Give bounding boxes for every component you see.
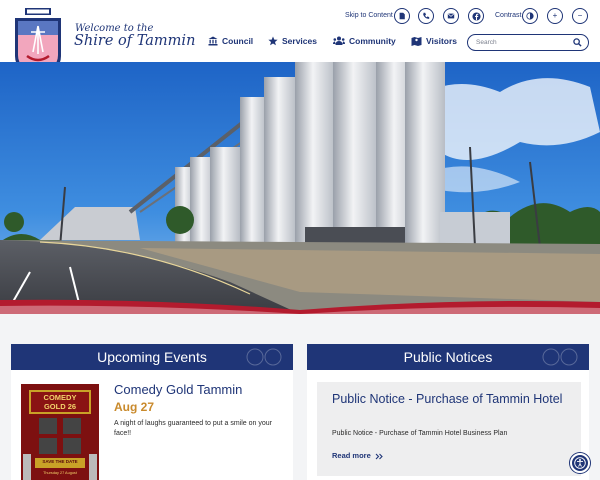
- facebook-button[interactable]: [468, 8, 484, 24]
- notice-title-link[interactable]: Public Notice - Purchase of Tammin Hotel: [332, 392, 577, 407]
- email-button[interactable]: [443, 8, 459, 24]
- upcoming-events-card: Upcoming Events COMEDY GOLD 26 SAVE THE …: [11, 344, 293, 480]
- poster-save-date: SAVE THE DATE: [42, 459, 78, 464]
- contrast-label: Contrast: [495, 12, 522, 19]
- zoom-in-button[interactable]: +: [547, 8, 563, 24]
- search-icon[interactable]: [573, 38, 582, 47]
- star-icon: [268, 36, 278, 46]
- decorative-pattern-icon: [542, 348, 578, 366]
- skip-to-content-link[interactable]: Skip to Content: [345, 12, 393, 19]
- hero-grain-silos-image: [0, 62, 600, 314]
- hero-banner: [0, 62, 600, 314]
- search-input[interactable]: [476, 37, 571, 48]
- nav-item-visitors[interactable]: Visitors: [411, 36, 457, 46]
- events-heading: Upcoming Events: [11, 344, 293, 370]
- nav-item-services[interactable]: Services: [268, 36, 317, 46]
- nav-label: Visitors: [426, 36, 458, 46]
- notices-heading: Public Notices: [307, 344, 589, 370]
- document-icon: [399, 12, 405, 20]
- double-chevron-right-icon: [375, 453, 383, 459]
- poster-title: COMEDY GOLD 26: [21, 393, 99, 411]
- search-bar: [467, 34, 589, 51]
- zoom-out-button[interactable]: −: [572, 8, 588, 24]
- accessibility-icon: [574, 457, 586, 469]
- public-notices-card: Public Notices Public Notice - Purchase …: [307, 344, 589, 480]
- facebook-icon: [471, 11, 481, 21]
- notices-heading-text: Public Notices: [403, 349, 493, 365]
- events-heading-text: Upcoming Events: [97, 349, 207, 365]
- site-title[interactable]: Shire of Tammin: [74, 33, 195, 49]
- contrast-button[interactable]: [522, 8, 538, 24]
- nav-label: Community: [349, 36, 396, 46]
- document-button[interactable]: [394, 8, 410, 24]
- map-icon: [411, 37, 422, 46]
- nav-item-community[interactable]: Community: [333, 36, 396, 46]
- decorative-pattern-icon: [246, 348, 282, 366]
- event-description: A night of laughs guaranteed to put a sm…: [114, 420, 272, 437]
- poster-line-1: COMEDY: [43, 393, 77, 402]
- event-title-link[interactable]: Comedy Gold Tammin: [114, 382, 242, 397]
- people-icon: [333, 36, 345, 45]
- site-header: Welcome to the Shire of Tammin Skip to C…: [0, 0, 600, 80]
- nav-label: Council: [222, 36, 254, 46]
- nav-label: Services: [282, 36, 317, 46]
- accessibility-button[interactable]: [570, 453, 590, 473]
- contrast-icon: [526, 12, 534, 20]
- phone-icon: [423, 12, 430, 19]
- read-more-label: Read more: [332, 451, 371, 460]
- email-icon: [447, 13, 455, 19]
- read-more-link[interactable]: Read more: [332, 451, 383, 460]
- building-icon: [208, 36, 218, 46]
- poster-subtitle: Thursday 27 August: [43, 471, 77, 475]
- phone-button[interactable]: [418, 8, 434, 24]
- event-poster-image[interactable]: COMEDY GOLD 26 SAVE THE DATE Thursday 27…: [21, 384, 99, 480]
- poster-line-2: GOLD 26: [43, 402, 77, 411]
- notice-description: Public Notice - Purchase of Tammin Hotel…: [332, 430, 508, 437]
- nav-item-council[interactable]: Council: [208, 36, 253, 46]
- notice-item: Public Notice - Purchase of Tammin Hotel…: [317, 382, 581, 476]
- event-date: Aug 27: [114, 400, 155, 414]
